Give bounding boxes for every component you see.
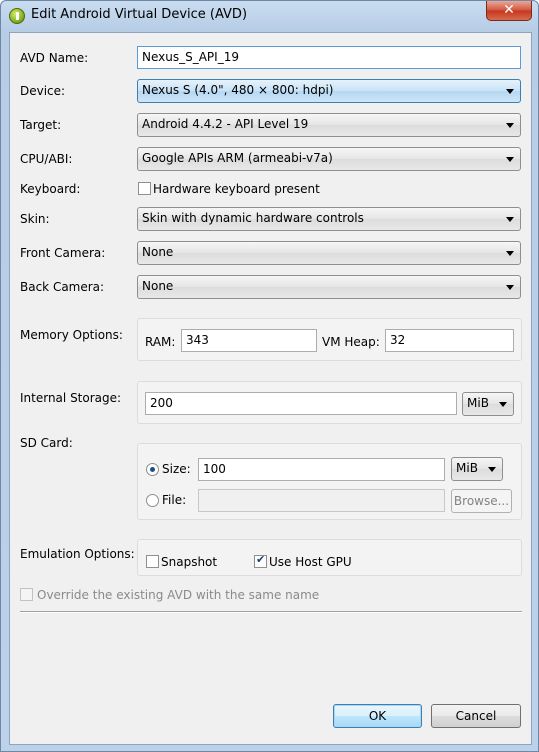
front-camera-select[interactable]: None <box>137 241 521 265</box>
chevron-down-icon <box>506 157 514 162</box>
sd-size-input[interactable]: 100 <box>198 458 445 481</box>
device-select[interactable]: Nexus S (4.0", 480 × 800: hdpi) <box>137 79 521 103</box>
cancel-button[interactable]: Cancel <box>431 704 521 728</box>
sd-size-label[interactable]: Size: <box>162 462 191 476</box>
back-camera-label: Back Camera: <box>20 280 105 294</box>
cpu-abi-select[interactable]: Google APIs ARM (armeabi-v7a) <box>137 147 521 171</box>
skin-label: Skin: <box>20 212 50 226</box>
emulation-options-label: Emulation Options: <box>20 547 135 561</box>
ok-button[interactable]: OK <box>333 704 422 728</box>
internal-storage-group: 200 MiB <box>137 381 522 424</box>
override-avd-label[interactable]: Override the existing AVD with the same … <box>37 588 319 602</box>
snapshot-label[interactable]: Snapshot <box>161 555 217 569</box>
sd-size-unit-select[interactable]: MiB <box>451 457 503 481</box>
sd-card-label: SD Card: <box>20 436 73 450</box>
internal-storage-unit-value: MiB <box>467 396 489 410</box>
override-avd-checkbox[interactable] <box>20 588 33 601</box>
back-camera-select-value: None <box>142 279 174 293</box>
sd-card-group: Size: 100 MiB File: Browse... <box>137 443 522 520</box>
cpu-abi-label: CPU/ABI: <box>20 152 73 166</box>
sd-file-input[interactable] <box>198 489 445 512</box>
browse-button[interactable]: Browse... <box>451 489 512 513</box>
snapshot-checkbox[interactable] <box>146 555 159 568</box>
dialog-window: Edit Android Virtual Device (AVD) ✕ AVD … <box>0 0 539 752</box>
chevron-down-icon <box>506 251 514 256</box>
front-camera-label: Front Camera: <box>20 246 106 260</box>
front-camera-select-value: None <box>142 245 174 259</box>
target-select-value: Android 4.4.2 - API Level 19 <box>142 117 309 131</box>
chevron-down-icon <box>499 402 507 407</box>
ram-label: RAM: <box>145 335 176 349</box>
window-title: Edit Android Virtual Device (AVD) <box>31 7 248 22</box>
device-label: Device: <box>20 84 66 98</box>
vm-heap-label: VM Heap: <box>322 335 380 349</box>
skin-select[interactable]: Skin with dynamic hardware controls <box>137 207 521 231</box>
internal-storage-label: Internal Storage: <box>20 391 122 405</box>
avd-name-input[interactable]: Nexus_S_API_19 <box>137 46 521 69</box>
dialog-body: AVD Name: Nexus_S_API_19 Device: Nexus S… <box>9 32 532 745</box>
memory-options-label: Memory Options: <box>20 328 123 342</box>
sd-file-radio[interactable] <box>146 494 159 507</box>
chevron-down-icon <box>506 217 514 222</box>
skin-select-value: Skin with dynamic hardware controls <box>142 211 364 225</box>
ram-input[interactable]: 343 <box>181 329 317 352</box>
chevron-down-icon <box>506 89 514 94</box>
avd-name-label: AVD Name: <box>20 51 89 65</box>
device-select-value: Nexus S (4.0", 480 × 800: hdpi) <box>142 83 334 97</box>
hardware-keyboard-label[interactable]: Hardware keyboard present <box>153 182 320 196</box>
hardware-keyboard-checkbox[interactable] <box>138 182 151 195</box>
sd-file-label[interactable]: File: <box>162 493 186 507</box>
emulation-options-group: Snapshot Use Host GPU <box>137 539 522 576</box>
back-camera-select[interactable]: None <box>137 275 521 299</box>
keyboard-label: Keyboard: <box>20 182 81 196</box>
chevron-down-icon <box>488 467 496 472</box>
title-bar[interactable]: Edit Android Virtual Device (AVD) ✕ <box>1 1 538 31</box>
vm-heap-input[interactable]: 32 <box>385 329 514 352</box>
target-select[interactable]: Android 4.4.2 - API Level 19 <box>137 113 521 137</box>
cpu-abi-select-value: Google APIs ARM (armeabi-v7a) <box>142 151 333 165</box>
android-sdk-icon <box>9 8 25 24</box>
use-host-gpu-label[interactable]: Use Host GPU <box>269 555 352 569</box>
memory-options-group: RAM: 343 VM Heap: 32 <box>137 318 522 361</box>
internal-storage-unit-select[interactable]: MiB <box>462 392 514 416</box>
sd-size-unit-value: MiB <box>456 461 478 475</box>
internal-storage-input[interactable]: 200 <box>145 392 457 415</box>
chevron-down-icon <box>506 123 514 128</box>
separator <box>20 611 522 613</box>
chevron-down-icon <box>506 285 514 290</box>
use-host-gpu-checkbox[interactable] <box>254 553 267 568</box>
sd-size-radio[interactable] <box>146 463 159 476</box>
close-button[interactable]: ✕ <box>486 1 532 21</box>
target-label: Target: <box>20 118 62 132</box>
